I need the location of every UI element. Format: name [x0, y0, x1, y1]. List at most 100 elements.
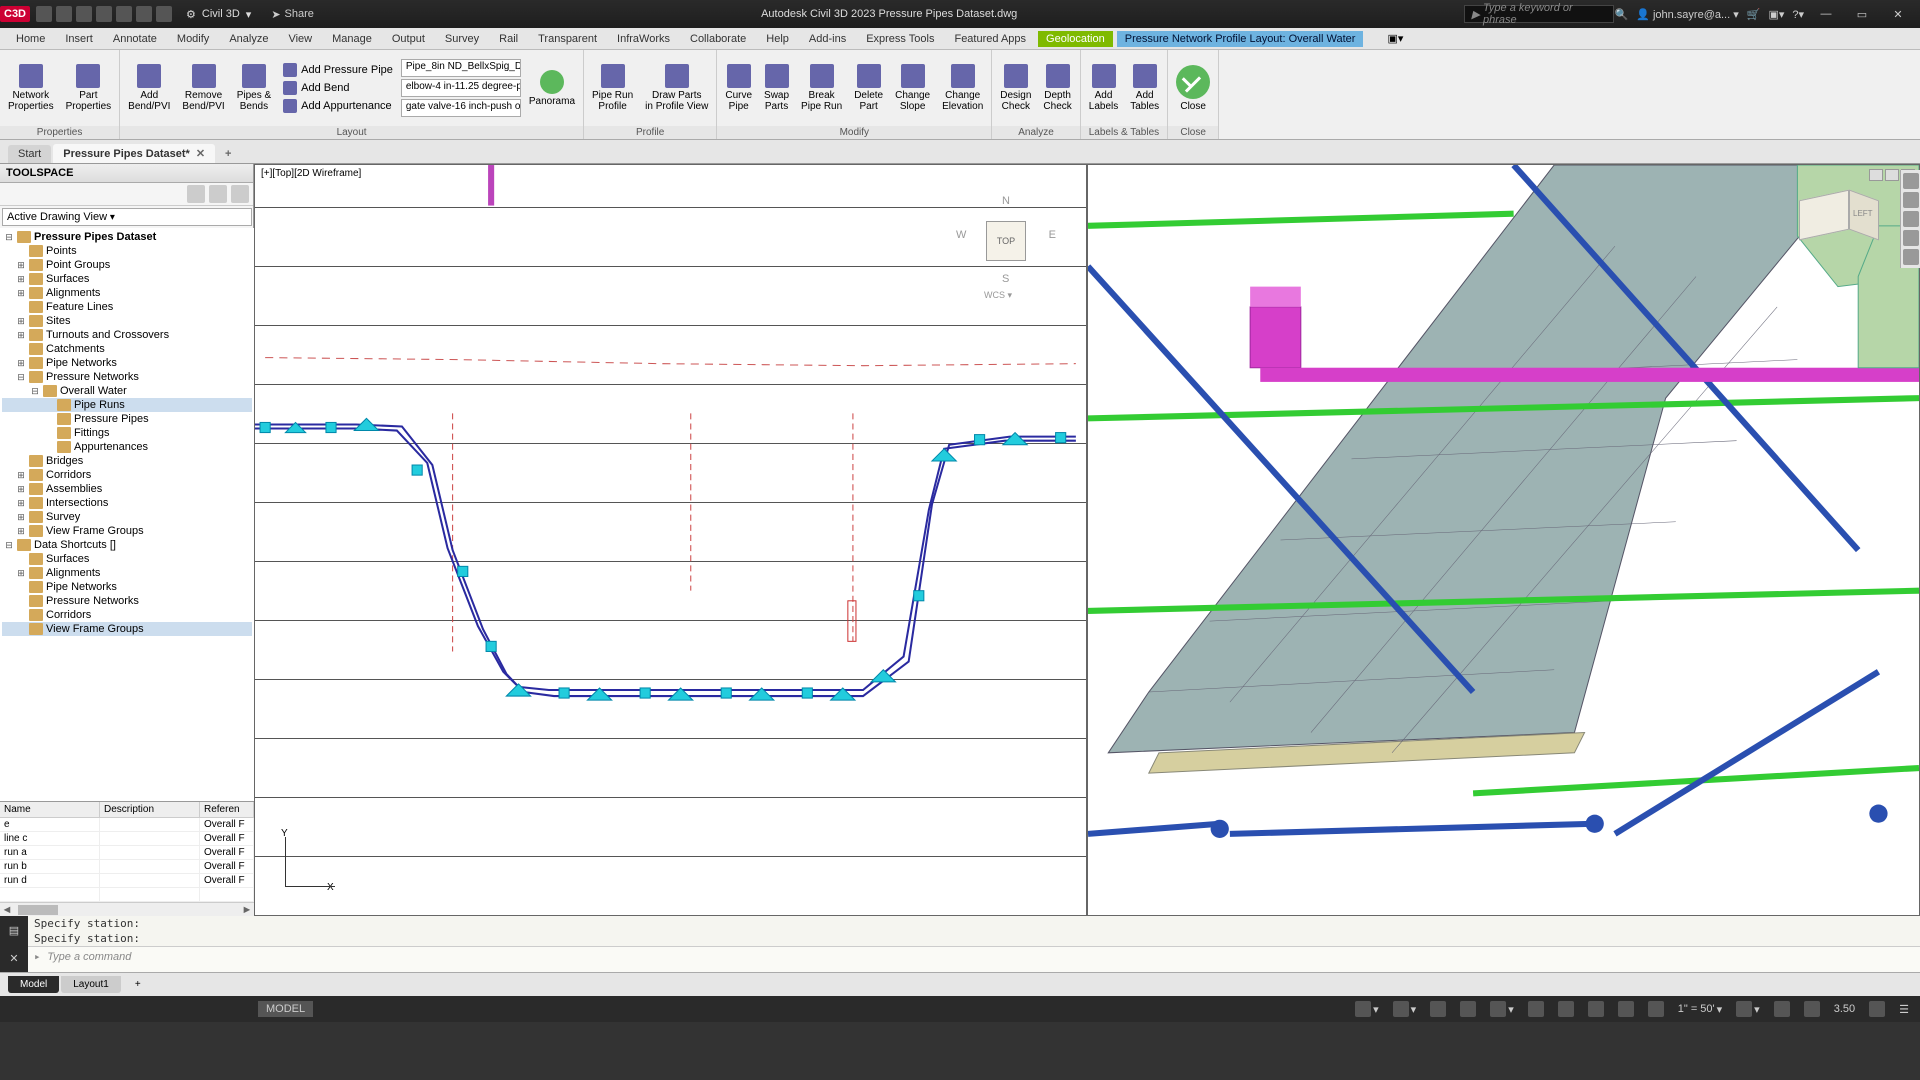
tree-pipe-runs[interactable]: Pipe Runs — [2, 398, 252, 412]
tree-root[interactable]: ⊟Pressure Pipes Dataset — [2, 230, 252, 244]
add-tab-button[interactable]: + — [217, 145, 239, 163]
tree-bridges[interactable]: Bridges — [2, 454, 252, 468]
nav-orbit-icon[interactable] — [1903, 230, 1919, 246]
plot-icon[interactable] — [116, 6, 132, 22]
status-lweight-icon[interactable] — [1585, 1001, 1607, 1017]
menu-context-tab[interactable]: Pressure Network Profile Layout: Overall… — [1117, 31, 1364, 47]
command-input[interactable]: ▸ Type a command — [28, 946, 1920, 972]
tree-intersections[interactable]: ⊞Intersections — [2, 496, 252, 510]
status-isolate-icon[interactable] — [1771, 1001, 1793, 1017]
menu-geolocation[interactable]: Geolocation — [1038, 31, 1113, 47]
tree-point-groups[interactable]: ⊞Point Groups — [2, 258, 252, 272]
nav-pan-icon[interactable] — [1903, 192, 1919, 208]
viewcube-3d[interactable]: LEFT — [1799, 185, 1879, 255]
change-slope-button[interactable]: ChangeSlope — [891, 62, 934, 114]
status-clean-icon[interactable] — [1866, 1001, 1888, 1017]
grid-row[interactable]: run dOverall F — [0, 874, 254, 888]
toolspace-panorama-icon[interactable] — [209, 185, 227, 203]
tree-corridors[interactable]: ⊞Corridors — [2, 468, 252, 482]
menu-survey[interactable]: Survey — [437, 31, 487, 47]
status-otrack-icon[interactable] — [1555, 1001, 1577, 1017]
add-layout-button[interactable]: + — [123, 976, 153, 993]
tree-ds-corridors[interactable]: Corridors — [2, 608, 252, 622]
share-button[interactable]: ➤ Share — [271, 8, 314, 21]
nav-zoom-icon[interactable] — [1903, 211, 1919, 227]
user-account[interactable]: 👤 john.sayre@a... ▾ — [1636, 8, 1739, 21]
saveas-icon[interactable] — [96, 6, 112, 22]
grid-row[interactable]: run bOverall F — [0, 860, 254, 874]
status-ortho-icon[interactable] — [1427, 1001, 1449, 1017]
status-osnap-icon[interactable]: ▾ — [1487, 1001, 1517, 1017]
menu-manage[interactable]: Manage — [324, 31, 380, 47]
status-3dosnap-icon[interactable] — [1525, 1001, 1547, 1017]
add-tables-button[interactable]: AddTables — [1126, 62, 1163, 114]
vp-minimize-icon[interactable] — [1869, 169, 1883, 181]
open-icon[interactable] — [56, 6, 72, 22]
workspace-switcher[interactable]: ⚙ Civil 3D ▾ — [186, 8, 251, 21]
tree-ds-vfg[interactable]: View Frame Groups — [2, 622, 252, 636]
grid-row[interactable]: eOverall F — [0, 818, 254, 832]
menu-featured[interactable]: Featured Apps — [946, 31, 1034, 47]
pipe-run-profile-button[interactable]: Pipe RunProfile — [588, 62, 637, 114]
search-input[interactable]: ▶ Type a keyword or phrase — [1464, 5, 1614, 23]
grid-row[interactable]: run aOverall F — [0, 846, 254, 860]
tree-ds-alignments[interactable]: ⊞Alignments — [2, 566, 252, 580]
part-properties-button[interactable]: PartProperties — [62, 62, 116, 114]
save-icon[interactable] — [76, 6, 92, 22]
pipe-combo[interactable]: Pipe_8in ND_BellxSpig_DI — [401, 59, 521, 77]
toolspace-refresh-icon[interactable] — [187, 185, 205, 203]
viewport-3d[interactable]: LEFT — [1087, 164, 1920, 916]
vp-maximize-icon[interactable] — [1885, 169, 1899, 181]
status-polar-icon[interactable] — [1457, 1001, 1479, 1017]
menu-annotate[interactable]: Annotate — [105, 31, 165, 47]
grid-scrollbar[interactable]: ◄► — [0, 902, 254, 916]
minimize-button[interactable]: — — [1812, 8, 1840, 20]
tab-active-drawing[interactable]: Pressure Pipes Dataset*✕ — [53, 144, 215, 163]
nav-showmotion-icon[interactable] — [1903, 249, 1919, 265]
draw-parts-profile-button[interactable]: Draw Partsin Profile View — [641, 62, 712, 114]
menu-home[interactable]: Home — [8, 31, 53, 47]
tree-appurtenances[interactable]: Appurtenances — [2, 440, 252, 454]
tree-assemblies[interactable]: ⊞Assemblies — [2, 482, 252, 496]
curve-pipe-button[interactable]: CurvePipe — [721, 62, 756, 114]
tab-model[interactable]: Model — [8, 976, 59, 993]
cart-icon[interactable]: 🛒 — [1747, 8, 1761, 21]
break-pipe-run-button[interactable]: BreakPipe Run — [797, 62, 846, 114]
status-scale[interactable]: 1" = 50'▾ — [1675, 1003, 1725, 1016]
add-pressure-pipe-button[interactable]: Add Pressure Pipe — [279, 62, 397, 78]
menu-express[interactable]: Express Tools — [858, 31, 942, 47]
menu-help[interactable]: Help — [758, 31, 797, 47]
tree-alignments[interactable]: ⊞Alignments — [2, 286, 252, 300]
tree-overall-water[interactable]: ⊟Overall Water — [2, 384, 252, 398]
view-selector[interactable]: Active Drawing View ▾ — [2, 208, 252, 226]
status-grid-icon[interactable]: ▾ — [1352, 1001, 1382, 1017]
tree-survey[interactable]: ⊞Survey — [2, 510, 252, 524]
toolspace-help-icon[interactable] — [231, 185, 249, 203]
add-bend-pvi-button[interactable]: AddBend/PVI — [124, 62, 174, 114]
tree-pressure-pipes[interactable]: Pressure Pipes — [2, 412, 252, 426]
grid-row[interactable]: line cOverall F — [0, 832, 254, 846]
status-snap-icon[interactable]: ▾ — [1390, 1001, 1420, 1017]
panorama-button[interactable]: Panorama — [525, 68, 579, 109]
close-panel-button[interactable]: Close — [1172, 63, 1214, 114]
redo-icon[interactable] — [156, 6, 172, 22]
status-transparency-icon[interactable] — [1615, 1001, 1637, 1017]
status-gear-icon[interactable]: ▾ — [1733, 1001, 1763, 1017]
apps-icon[interactable]: ▣▾ — [1768, 8, 1784, 21]
close-tab-icon[interactable]: ✕ — [196, 147, 205, 160]
change-elevation-button[interactable]: ChangeElevation — [938, 62, 987, 114]
tree-turnouts[interactable]: ⊞Turnouts and Crossovers — [2, 328, 252, 342]
new-icon[interactable] — [36, 6, 52, 22]
menu-addins[interactable]: Add-ins — [801, 31, 854, 47]
close-button[interactable]: ✕ — [1884, 8, 1912, 21]
viewport-profile[interactable]: [+][Top][2D Wireframe] N S E W TOP WCS ▾ — [254, 164, 1087, 916]
cmd-close-icon[interactable]: ✕ — [9, 952, 18, 965]
menu-modify[interactable]: Modify — [169, 31, 217, 47]
menu-output[interactable]: Output — [384, 31, 433, 47]
menu-analyze[interactable]: Analyze — [221, 31, 276, 47]
status-customize-icon[interactable]: ☰ — [1896, 1003, 1912, 1016]
nav-wheel-icon[interactable] — [1903, 173, 1919, 189]
remove-bend-pvi-button[interactable]: RemoveBend/PVI — [178, 62, 228, 114]
menu-transparent[interactable]: Transparent — [530, 31, 605, 47]
tree-points[interactable]: Points — [2, 244, 252, 258]
